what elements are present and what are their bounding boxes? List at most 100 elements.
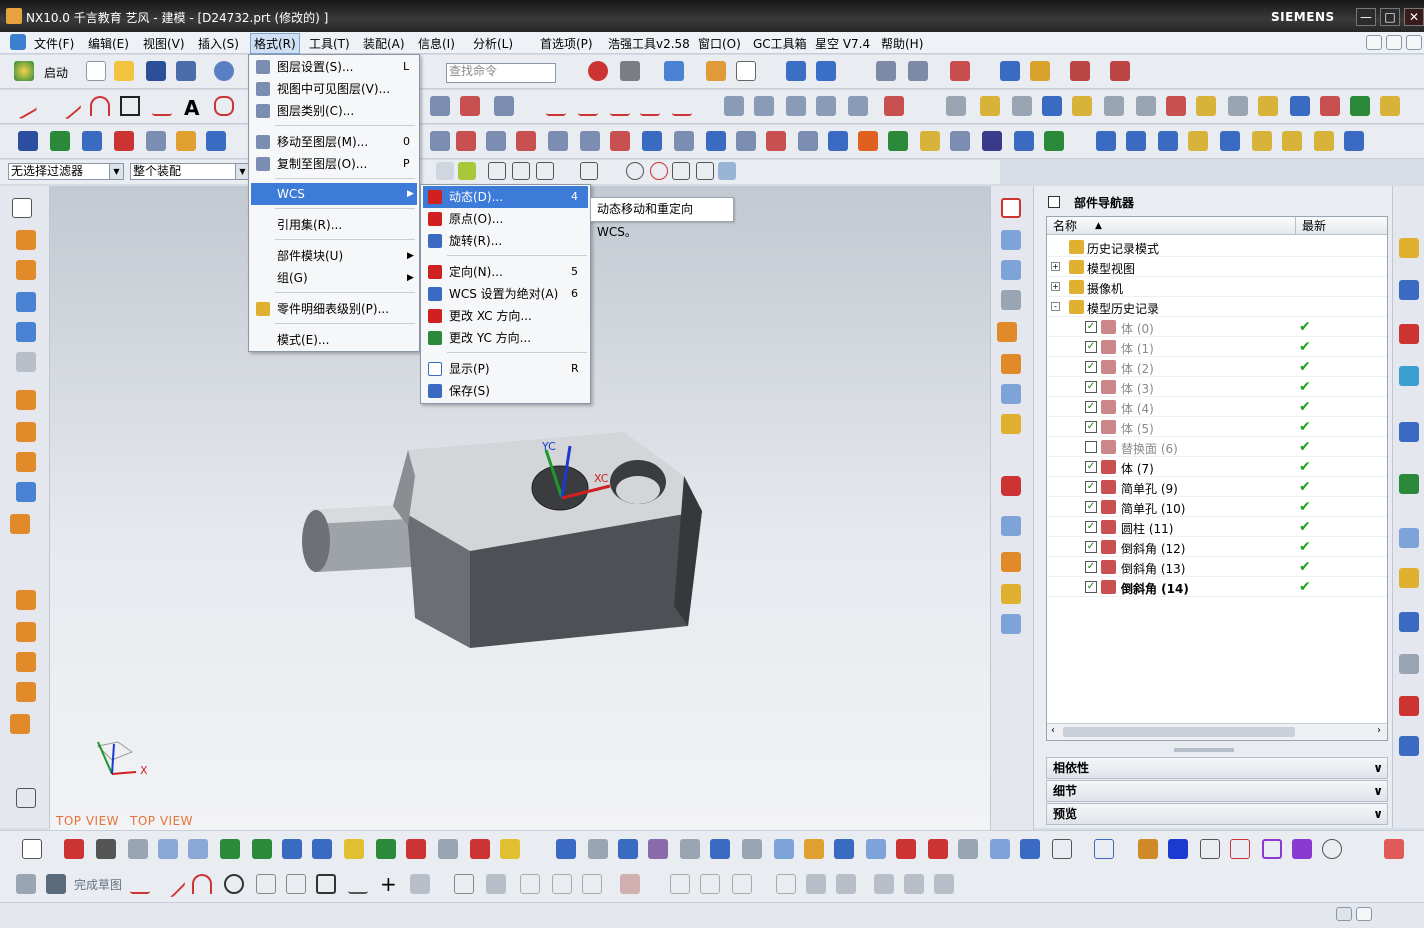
assembly-navigator-icon[interactable] <box>1399 238 1419 258</box>
zoom-icon[interactable] <box>1001 384 1021 404</box>
doc-restore-button[interactable] <box>1386 35 1402 50</box>
feat-21-icon[interactable] <box>1220 131 1240 151</box>
menu-preferences[interactable]: 首选项(P) <box>540 35 593 52</box>
tool-5-icon[interactable] <box>1104 96 1124 116</box>
last-icon[interactable] <box>312 839 332 859</box>
view-iso-icon[interactable] <box>1001 290 1021 310</box>
column-header-name[interactable]: 名称 ▲ <box>1047 217 1295 235</box>
snap-curve-icon[interactable] <box>558 162 576 180</box>
tree-row[interactable]: ✓ 体 (3) ✔ <box>1047 377 1387 397</box>
tree-row[interactable]: + 摄像机 <box>1047 277 1387 297</box>
doc-icon[interactable] <box>128 839 148 859</box>
tree-row[interactable]: ✓ 倒斜角 (14) ✔ <box>1047 577 1387 597</box>
arc-icon[interactable] <box>90 96 110 116</box>
menu-gc-toolbox[interactable]: GC工具箱 <box>753 35 807 52</box>
tool-b7-icon[interactable] <box>618 839 638 859</box>
sketch-dim-4-icon[interactable] <box>732 874 752 894</box>
tool-b12-icon[interactable] <box>774 839 794 859</box>
tool-b29-icon[interactable] <box>1352 839 1372 859</box>
snap-icon[interactable] <box>588 61 608 81</box>
tool-b18-icon[interactable] <box>958 839 978 859</box>
tree-row[interactable]: 历史记录模式 <box>1047 237 1387 257</box>
menu-analysis[interactable]: 分析(L) <box>473 35 513 52</box>
tool-b25-icon[interactable] <box>1200 839 1220 859</box>
cube-view-icon[interactable] <box>664 61 684 81</box>
ruler-icon[interactable] <box>1110 61 1130 81</box>
menu-format[interactable]: 格式(R) <box>250 33 300 54</box>
tree-row[interactable]: ✓ 简单孔 (9) ✔ <box>1047 477 1387 497</box>
project-icon[interactable] <box>494 96 514 116</box>
sketch-dim-icon[interactable] <box>620 874 640 894</box>
snap-control-icon[interactable] <box>580 162 598 180</box>
snap-face-icon[interactable] <box>436 162 454 180</box>
menu-item-mode[interactable]: 模式(E)... <box>251 329 417 351</box>
tool-b10-icon[interactable] <box>710 839 730 859</box>
feature-checkbox[interactable]: ✓ <box>1085 561 1097 573</box>
doc-close-button[interactable] <box>1406 35 1422 50</box>
feat-9-icon[interactable] <box>674 131 694 151</box>
finish-sketch-button[interactable]: 完成草图 <box>74 876 122 893</box>
render-icon[interactable] <box>1001 476 1021 496</box>
layers-stack-icon[interactable] <box>876 61 896 81</box>
extrude-side-icon[interactable] <box>16 230 36 250</box>
new-file-icon[interactable] <box>86 61 106 81</box>
web-browser-icon[interactable] <box>1399 422 1419 442</box>
arrow-left-icon[interactable] <box>158 839 178 859</box>
surface-2-icon[interactable] <box>754 96 774 116</box>
tool-b14-icon[interactable] <box>834 839 854 859</box>
tool-b13-icon[interactable] <box>804 839 824 859</box>
chamfer-icon[interactable] <box>16 622 36 642</box>
tree-row[interactable]: ✓ 体 (0) ✔ <box>1047 317 1387 337</box>
tool-12-icon[interactable] <box>1320 96 1340 116</box>
draft-icon[interactable] <box>16 682 36 702</box>
measure-icon[interactable] <box>1030 61 1050 81</box>
menu-item-wcs-save[interactable]: 保存(S) <box>423 380 588 402</box>
feature-checkbox[interactable]: ✓ <box>1085 581 1097 593</box>
menu-item-wcs-rotate[interactable]: 旋转(R)... <box>423 230 588 252</box>
tool-b17-icon[interactable] <box>928 839 948 859</box>
body-icon[interactable] <box>344 839 364 859</box>
feat-6-icon[interactable] <box>580 131 600 151</box>
menu-info[interactable]: 信息(I) <box>418 35 455 52</box>
tool-b1-icon[interactable] <box>406 839 426 859</box>
sketch-point-icon[interactable]: + <box>380 872 397 896</box>
shell-icon[interactable] <box>16 652 36 672</box>
tool-b21-icon[interactable] <box>1052 839 1072 859</box>
menu-item-part-module[interactable]: 部件模块(U) ▶ <box>251 245 417 267</box>
sketch-tool-2-icon[interactable] <box>806 874 826 894</box>
snap-point-icon[interactable] <box>488 162 506 180</box>
tool-b19-icon[interactable] <box>990 839 1010 859</box>
tree-row[interactable]: + 模型视图 <box>1047 257 1387 277</box>
join-icon[interactable] <box>672 96 692 116</box>
menu-file[interactable]: 文件(F) <box>34 35 74 52</box>
manufacturing-icon[interactable] <box>1399 654 1419 674</box>
tree-row[interactable]: ✓ 圆柱 (11) ✔ <box>1047 517 1387 537</box>
boss-icon[interactable] <box>16 422 36 442</box>
feat-13-icon[interactable] <box>798 131 818 151</box>
menu-item-layer-settings[interactable]: 图层设置(S)... L <box>251 56 417 78</box>
name-icon[interactable] <box>1014 131 1034 151</box>
surface-4-icon[interactable] <box>816 96 836 116</box>
sketch-tool-3-icon[interactable] <box>836 874 856 894</box>
snap-quadrant-icon[interactable] <box>650 162 668 180</box>
render-5-icon[interactable] <box>1001 614 1021 634</box>
menu-window[interactable]: 窗口(O) <box>698 35 741 52</box>
menu-view[interactable]: 视图(V) <box>143 35 185 52</box>
snap-onCurve-icon[interactable] <box>696 162 714 180</box>
menu-item-wcs-display[interactable]: 显示(P) R <box>423 358 588 380</box>
menu-item-wcs-origin[interactable]: 原点(O)... <box>423 208 588 230</box>
feature-checkbox[interactable]: ✓ <box>1085 461 1097 473</box>
menu-item-move-to-layer[interactable]: 移动至图层(M)... 0 <box>251 131 417 153</box>
minimize-button[interactable]: — <box>1356 8 1376 26</box>
go-forward-icon[interactable] <box>252 839 272 859</box>
sketch-constraint-3-icon[interactable] <box>582 874 602 894</box>
body-2-icon[interactable] <box>376 839 396 859</box>
menu-item-change-xc[interactable]: 更改 XC 方向... <box>423 305 588 327</box>
navigator-pin-icon[interactable] <box>1048 196 1060 208</box>
tool-b16-icon[interactable] <box>896 839 916 859</box>
scrollbar-thumb[interactable] <box>1063 727 1295 737</box>
extrude-icon[interactable] <box>50 131 70 151</box>
save-as-icon[interactable] <box>176 61 196 81</box>
tool-b20-icon[interactable] <box>1020 839 1040 859</box>
tree-row[interactable]: 替换面 (6) ✔ <box>1047 437 1387 457</box>
